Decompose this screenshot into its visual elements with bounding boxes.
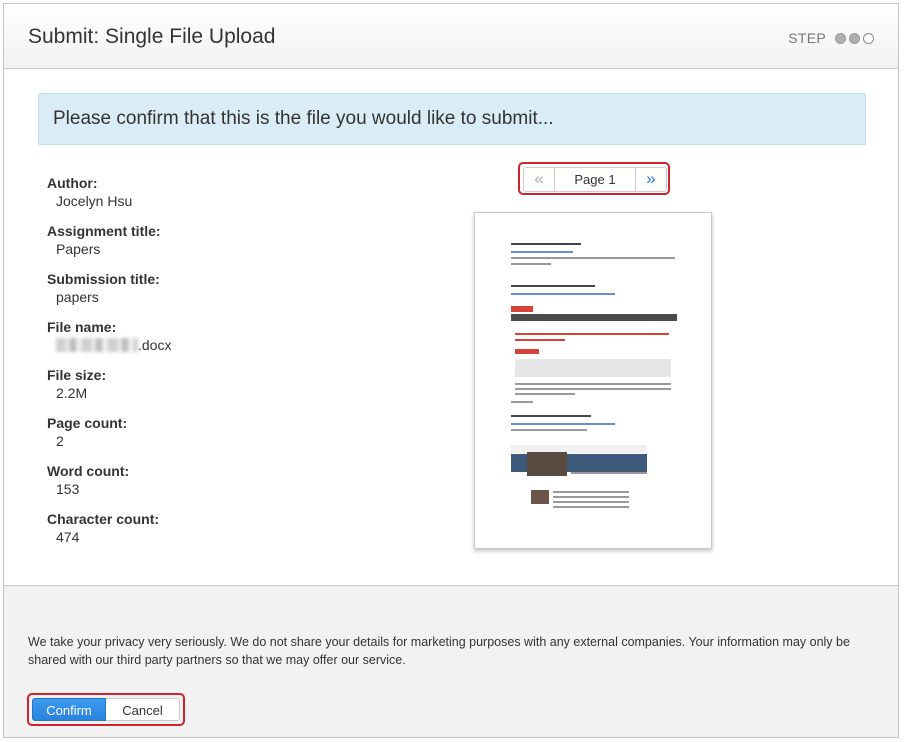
- detail-value: Jocelyn Hsu: [56, 193, 133, 209]
- detail-character-count: Character count: 474: [47, 511, 347, 559]
- preview-line: [511, 257, 675, 259]
- preview-line: [553, 501, 629, 503]
- detail-submission-title: Submission title: papers: [47, 271, 347, 319]
- preview-line: [515, 393, 575, 395]
- preview-line: [515, 333, 669, 335]
- next-page-button[interactable]: »: [635, 168, 666, 191]
- preview-photo: [527, 452, 567, 476]
- alert-message: Please confirm that this is the file you…: [53, 108, 554, 129]
- detail-author: Author: Jocelyn Hsu: [47, 175, 347, 223]
- detail-value: 2: [56, 433, 64, 449]
- preview-line: [515, 383, 671, 385]
- preview-icons: [515, 349, 539, 354]
- preview-line: [511, 263, 551, 265]
- preview-line: [511, 401, 533, 403]
- cancel-button[interactable]: Cancel: [106, 698, 180, 721]
- document-preview-thumbnail: [474, 212, 712, 549]
- confirm-button[interactable]: Confirm: [32, 698, 106, 721]
- file-details: Author: Jocelyn Hsu Assignment title: Pa…: [47, 175, 347, 559]
- detail-value: 474: [56, 529, 80, 545]
- step-dot-2: [849, 32, 860, 44]
- preview-line: [511, 423, 615, 425]
- preview-navbar: [511, 314, 677, 321]
- step-label: STEP: [788, 30, 826, 46]
- detail-label: Author:: [47, 175, 98, 191]
- action-buttons-highlight: Confirm Cancel: [27, 693, 185, 726]
- detail-label: Assignment title:: [47, 223, 161, 239]
- detail-value: .docx: [56, 337, 347, 353]
- prev-page-button[interactable]: «: [524, 168, 555, 191]
- dialog-footer: We take your privacy very seriously. We …: [4, 585, 898, 737]
- preview-line: [553, 506, 629, 508]
- detail-value: Papers: [56, 241, 101, 257]
- preview-line: [553, 491, 629, 493]
- preview-quote: [515, 359, 671, 377]
- detail-assignment-title: Assignment title: Papers: [47, 223, 347, 271]
- page-label: Page 1: [574, 172, 616, 187]
- preview-line: [511, 285, 595, 287]
- dialog-header: Submit: Single File Upload STEP: [4, 4, 898, 69]
- detail-label: Word count:: [47, 463, 130, 479]
- step-dot-1: [835, 32, 846, 44]
- file-extension: .docx: [138, 337, 172, 353]
- detail-label: File name:: [47, 319, 117, 335]
- detail-page-count: Page count: 2: [47, 415, 347, 463]
- detail-value: papers: [56, 289, 99, 305]
- detail-label: File size:: [47, 367, 107, 383]
- upload-dialog: Submit: Single File Upload STEP Please c…: [3, 3, 899, 738]
- preview-line: [571, 472, 647, 474]
- preview-line: [553, 496, 629, 498]
- detail-label: Submission title:: [47, 271, 160, 287]
- detail-label: Page count:: [47, 415, 128, 431]
- preview-logo: [511, 306, 533, 312]
- confirm-alert: Please confirm that this is the file you…: [38, 93, 866, 145]
- step-indicator: STEP: [788, 30, 874, 46]
- preview-line: [511, 251, 573, 253]
- preview-line: [511, 429, 587, 431]
- step-dot-3: [863, 32, 874, 44]
- detail-value: 2.2M: [56, 385, 88, 401]
- detail-label: Character count:: [47, 511, 160, 527]
- preview-line: [511, 415, 591, 417]
- preview-line: [515, 388, 671, 390]
- dialog-title: Submit: Single File Upload: [28, 25, 276, 48]
- privacy-notice: We take your privacy very seriously. We …: [28, 635, 850, 667]
- redacted-filename: [56, 338, 138, 352]
- preview-photo: [531, 490, 549, 504]
- pager-highlight: « Page 1 »: [518, 162, 670, 195]
- preview-line: [511, 243, 581, 245]
- detail-file-name: File name: .docx: [47, 319, 347, 367]
- page-pager: « Page 1 »: [523, 167, 667, 192]
- preview-line: [511, 293, 615, 295]
- preview-line: [515, 339, 565, 341]
- detail-value: 153: [56, 481, 80, 497]
- detail-word-count: Word count: 153: [47, 463, 347, 511]
- detail-file-size: File size: 2.2M: [47, 367, 347, 415]
